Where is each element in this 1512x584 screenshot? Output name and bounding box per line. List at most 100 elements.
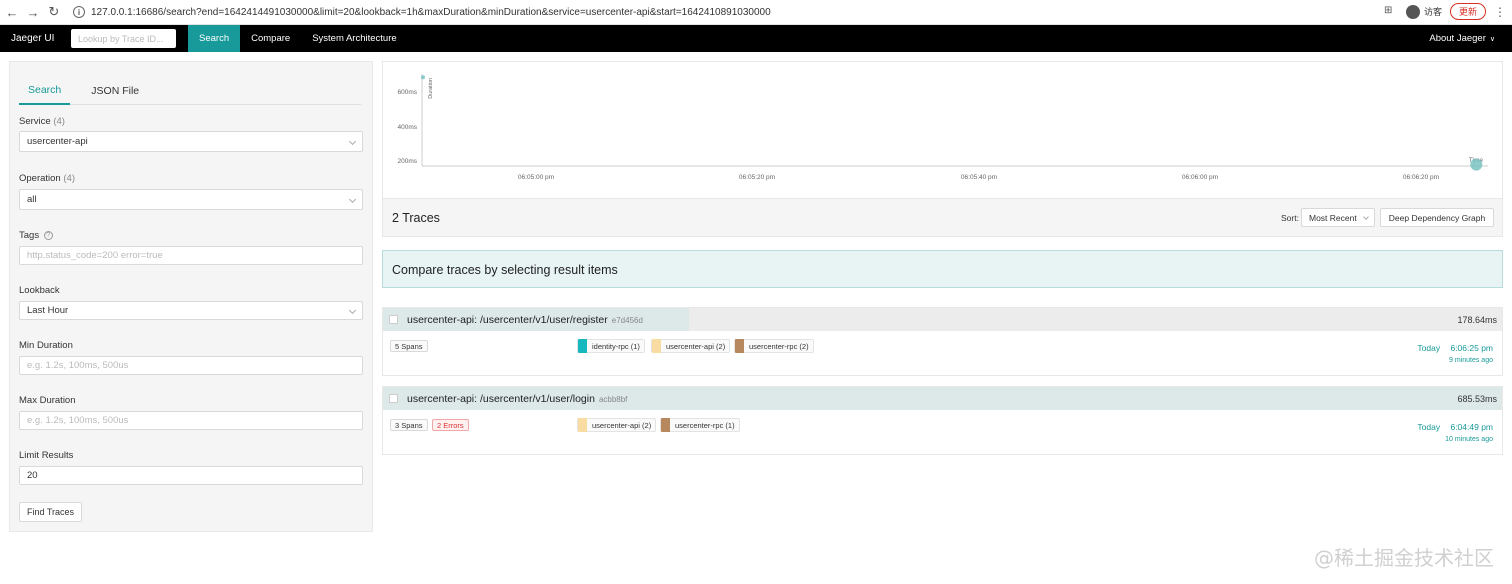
help-icon[interactable]: ? xyxy=(43,230,53,240)
trace-id: acbb8bf xyxy=(598,395,628,404)
service-label: Service (4) xyxy=(19,116,65,127)
about-jaeger-menu[interactable]: About Jaeger ∨ xyxy=(1429,25,1495,52)
back-icon[interactable]: ← xyxy=(3,3,21,21)
results-title: 2 Traces xyxy=(392,211,440,225)
service-label-text: Service xyxy=(19,116,51,127)
trace-title[interactable]: usercenter-api: /usercenter/v1/user/regi… xyxy=(407,314,643,326)
max-duration-input[interactable]: e.g. 1.2s, 100ms, 500us xyxy=(19,411,363,430)
trace-result-item[interactable]: usercenter-api: /usercenter/v1/user/regi… xyxy=(382,307,1503,376)
trace-scatter-chart: 600ms 400ms 200ms Duration 06:05:00 pm 06:05:… xyxy=(382,61,1503,199)
x-tick-label: 06:06:00 pm xyxy=(1182,174,1218,181)
browser-bar: ← → ↻ i 127.0.0.1:16686/search?end=16424… xyxy=(0,0,1512,25)
tags-label: Tags ? xyxy=(19,230,53,241)
update-button[interactable]: 更新 xyxy=(1449,3,1486,20)
compare-banner: Compare traces by selecting result items xyxy=(382,250,1503,288)
min-duration-label: Min Duration xyxy=(19,340,73,351)
deep-dependency-graph-button[interactable]: Deep Dependency Graph xyxy=(1380,208,1494,227)
limit-results-label: Limit Results xyxy=(19,450,74,461)
translate-icon[interactable]: ⊞ xyxy=(1384,5,1398,19)
avatar xyxy=(1405,4,1420,19)
x-tick-label: 06:05:20 pm xyxy=(739,174,775,181)
scatter-point xyxy=(421,75,425,80)
site-info-icon[interactable]: i xyxy=(73,6,85,18)
find-traces-button[interactable]: Find Traces xyxy=(19,502,82,522)
operation-count: (4) xyxy=(63,173,75,184)
service-tag: identity-rpc (1) xyxy=(577,339,645,353)
service-tag-label: usercenter-rpc (1) xyxy=(675,420,735,430)
trace-id: e7d456d xyxy=(611,316,643,325)
reload-icon[interactable]: ↻ xyxy=(45,3,63,21)
operation-label-text: Operation xyxy=(19,173,61,184)
about-jaeger-label: About Jaeger xyxy=(1429,33,1486,44)
chevron-down-icon xyxy=(348,195,357,203)
chevron-down-icon xyxy=(348,306,357,314)
tags-label-text: Tags xyxy=(19,230,40,241)
service-tag-label: usercenter-api (2) xyxy=(666,341,726,351)
lookback-label: Lookback xyxy=(19,285,60,296)
trace-result-item[interactable]: usercenter-api: /usercenter/v1/user/logi… xyxy=(382,386,1503,455)
profile-button[interactable]: 访客 xyxy=(1405,4,1442,19)
service-tag: usercenter-api (2) xyxy=(651,339,731,353)
brand-link[interactable]: Jaeger UI xyxy=(11,33,63,44)
menu-icon[interactable]: ⋮ xyxy=(1494,5,1506,19)
top-nav: Jaeger UI Lookup by Trace ID... Search C… xyxy=(0,25,1512,52)
service-color-swatch xyxy=(578,418,587,432)
trace-id-lookup-input[interactable]: Lookup by Trace ID... xyxy=(71,29,176,48)
address-bar[interactable]: i 127.0.0.1:16686/search?end=16424144910… xyxy=(73,3,771,21)
y-tick-label: 200ms xyxy=(397,158,417,165)
service-color-swatch xyxy=(661,418,670,432)
lookback-select[interactable]: Last Hour xyxy=(19,301,363,320)
x-tick-label: 06:05:40 pm xyxy=(961,174,997,181)
operation-select-value: all xyxy=(27,194,37,205)
sort-label: Sort: xyxy=(1281,213,1299,223)
trace-header[interactable]: usercenter-api: /usercenter/v1/user/logi… xyxy=(383,387,1502,410)
y-tick-label: 600ms xyxy=(397,89,417,96)
nav-system-architecture[interactable]: System Architecture xyxy=(301,25,407,52)
search-form-panel: Search JSON File Service (4) usercenter-… xyxy=(9,61,373,532)
min-duration-input[interactable]: e.g. 1.2s, 100ms, 500us xyxy=(19,356,363,375)
trace-select-checkbox[interactable] xyxy=(389,394,398,403)
service-tag-label: usercenter-api (2) xyxy=(592,420,652,430)
service-count: (4) xyxy=(53,116,65,127)
operation-select[interactable]: all xyxy=(19,189,363,210)
trace-title[interactable]: usercenter-api: /usercenter/v1/user/logi… xyxy=(407,393,627,405)
lookback-select-value: Last Hour xyxy=(27,305,69,316)
service-color-swatch xyxy=(652,339,661,353)
y-axis-label: Duration xyxy=(428,78,434,99)
tab-search[interactable]: Search xyxy=(19,76,71,105)
chevron-down-icon xyxy=(348,137,357,145)
search-tabs: Search JSON File xyxy=(19,76,361,105)
trace-header[interactable]: usercenter-api: /usercenter/v1/user/regi… xyxy=(383,308,1502,331)
sort-select[interactable]: Most Recent xyxy=(1301,208,1375,227)
limit-results-input[interactable]: 20 xyxy=(19,466,363,485)
chevron-down-icon: ∨ xyxy=(1489,35,1495,43)
service-tag: usercenter-rpc (2) xyxy=(734,339,814,353)
service-select[interactable]: usercenter-api xyxy=(19,131,363,152)
max-duration-label: Max Duration xyxy=(19,395,76,406)
operation-label: Operation (4) xyxy=(19,173,75,184)
sort-select-value: Most Recent xyxy=(1309,212,1357,223)
trace-name: usercenter-api: /usercenter/v1/user/logi… xyxy=(407,393,595,405)
trace-select-checkbox[interactable] xyxy=(389,315,398,324)
y-tick-label: 400ms xyxy=(397,124,417,131)
nav-compare[interactable]: Compare xyxy=(240,25,301,52)
tags-input[interactable]: http.status_code=200 error=true xyxy=(19,246,363,265)
trace-relative-time: 10 minutes ago xyxy=(1445,436,1493,443)
url-text[interactable]: 127.0.0.1:16686/search?end=1642414491030… xyxy=(91,7,771,18)
compare-banner-text: Compare traces by selecting result items xyxy=(392,263,618,277)
tab-json-file[interactable]: JSON File xyxy=(82,76,148,105)
nav-search[interactable]: Search xyxy=(188,25,241,52)
chevron-down-icon xyxy=(1363,213,1369,220)
forward-icon[interactable]: → xyxy=(24,3,42,21)
span-count-tag: 3 Spans xyxy=(390,419,428,431)
service-tag: usercenter-api (2) xyxy=(577,418,657,432)
span-count-tag: 5 Spans xyxy=(390,340,428,352)
scatter-point xyxy=(1470,158,1483,171)
x-tick-label: 06:06:20 pm xyxy=(1403,174,1439,181)
trace-name: usercenter-api: /usercenter/v1/user/regi… xyxy=(407,314,608,326)
service-tag-label: usercenter-rpc (2) xyxy=(749,341,809,351)
trace-start-time: Today 6:04:49 pm xyxy=(1417,422,1493,432)
profile-label: 访客 xyxy=(1423,7,1442,17)
x-tick-label: 06:05:00 pm xyxy=(518,174,554,181)
trace-day: Today xyxy=(1417,343,1441,353)
